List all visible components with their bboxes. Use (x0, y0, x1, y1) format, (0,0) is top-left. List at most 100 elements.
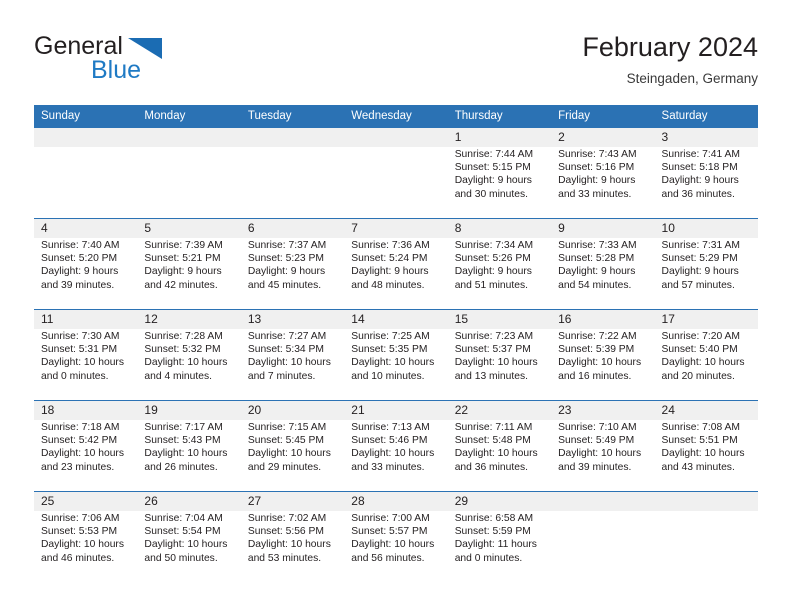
day-sun-info: Sunrise: 7:15 AM Sunset: 5:45 PM Dayligh… (247, 422, 331, 473)
day-number: 1 (454, 130, 462, 144)
day-sun-info: Sunrise: 7:27 AM Sunset: 5:34 PM Dayligh… (247, 331, 331, 382)
day-number: 19 (144, 403, 158, 417)
day-sun-info: Sunrise: 7:23 AM Sunset: 5:37 PM Dayligh… (454, 331, 538, 382)
day-sun-info: Sunrise: 7:11 AM Sunset: 5:48 PM Dayligh… (454, 422, 538, 473)
day-number: 18 (41, 403, 55, 417)
day-cell-4[interactable]: 4 Sunrise: 7:40 AM Sunset: 5:20 PM Daylig… (34, 219, 137, 309)
day-cell-29[interactable]: 29 Sunrise: 6:58 AM Sunset: 5:59 PM Dayli… (448, 492, 551, 582)
calendar-table: Sunday Monday Tuesday Wednesday Thursday Frid… (34, 105, 758, 582)
day-number: 22 (454, 403, 469, 417)
calendar-week-row: 11 Sunrise: 7:30 AM Sunset: 5:31 PM Dayli… (34, 309, 758, 400)
day-number: 23 (558, 403, 572, 417)
calendar-week-row: 4 Sunrise: 7:40 AM Sunset: 5:20 PM Daylig… (34, 218, 758, 309)
general-blue-logo: General Blue (34, 30, 274, 92)
day-sun-info: Sunrise: 7:41 AM Sunset: 5:18 PM Dayligh… (661, 149, 740, 200)
day-cell-20[interactable]: 20 Sunrise: 7:15 AM Sunset: 5:45 PM Dayli… (241, 401, 344, 491)
day-sun-info: Sunrise: 7:22 AM Sunset: 5:39 PM Dayligh… (558, 331, 642, 382)
day-sun-info: Sunrise: 7:34 AM Sunset: 5:26 PM Dayligh… (454, 240, 534, 291)
day-sun-info: Sunrise: 6:58 AM Sunset: 5:59 PM Dayligh… (454, 513, 537, 564)
day-number: 6 (247, 221, 255, 235)
day-cell-8[interactable]: 8 Sunrise: 7:34 AM Sunset: 5:26 PM Daylig… (448, 219, 551, 309)
calendar-week-row: 25 Sunrise: 7:06 AM Sunset: 5:53 PM Dayli… (34, 491, 758, 582)
day-cell-24[interactable]: 24 Sunrise: 7:08 AM Sunset: 5:51 PM Dayli… (655, 401, 758, 491)
day-number: 24 (661, 403, 675, 417)
day-cell-16[interactable]: 16 Sunrise: 7:22 AM Sunset: 5:39 PM Dayli… (551, 310, 654, 400)
day-sun-info: Sunrise: 7:08 AM Sunset: 5:51 PM Dayligh… (661, 422, 745, 473)
day-number: 10 (661, 221, 675, 235)
day-cell-26[interactable]: 26 Sunrise: 7:04 AM Sunset: 5:54 PM Dayli… (137, 492, 240, 582)
day-cell-5[interactable]: 5 Sunrise: 7:39 AM Sunset: 5:21 PM Daylig… (137, 219, 240, 309)
page-title: February 2024 (582, 32, 758, 62)
day-cell-21[interactable]: 21 Sunrise: 7:13 AM Sunset: 5:46 PM Dayli… (344, 401, 447, 491)
calendar-week-row: 18 Sunrise: 7:18 AM Sunset: 5:42 PM Dayli… (34, 400, 758, 491)
day-number: 28 (351, 494, 365, 508)
day-sun-info: Sunrise: 7:13 AM Sunset: 5:46 PM Dayligh… (351, 422, 435, 473)
day-number: 5 (144, 221, 152, 235)
weekday-header-wednesday: Wednesday (351, 110, 412, 122)
day-cell-empty (34, 128, 137, 218)
day-cell-15[interactable]: 15 Sunrise: 7:23 AM Sunset: 5:37 PM Dayli… (448, 310, 551, 400)
logo-text-blue: Blue (91, 56, 142, 84)
day-sun-info: Sunrise: 7:44 AM Sunset: 5:15 PM Dayligh… (454, 149, 534, 200)
day-number: 14 (351, 312, 365, 326)
day-sun-info: Sunrise: 7:28 AM Sunset: 5:32 PM Dayligh… (144, 331, 228, 382)
day-sun-info: Sunrise: 7:17 AM Sunset: 5:43 PM Dayligh… (144, 422, 228, 473)
day-cell-1[interactable]: 1 Sunrise: 7:44 AM Sunset: 5:15 PM Daylig… (448, 128, 551, 218)
weekday-header-tuesday: Tuesday (247, 110, 292, 122)
day-sun-info: Sunrise: 7:00 AM Sunset: 5:57 PM Dayligh… (351, 513, 435, 564)
weekday-header-saturday: Saturday (661, 110, 708, 122)
day-number: 3 (661, 130, 669, 144)
day-number: 4 (41, 221, 48, 235)
day-sun-info: Sunrise: 7:04 AM Sunset: 5:54 PM Dayligh… (144, 513, 228, 564)
day-number: 12 (144, 312, 158, 326)
weekday-header-monday: Monday (144, 110, 186, 122)
day-cell-12[interactable]: 12 Sunrise: 7:28 AM Sunset: 5:32 PM Dayli… (137, 310, 240, 400)
day-cell-22[interactable]: 22 Sunrise: 7:11 AM Sunset: 5:48 PM Dayli… (448, 401, 551, 491)
day-sun-info: Sunrise: 7:30 AM Sunset: 5:31 PM Dayligh… (41, 331, 124, 382)
day-sun-info: Sunrise: 7:33 AM Sunset: 5:28 PM Dayligh… (558, 240, 637, 291)
day-number: 9 (558, 221, 565, 235)
day-sun-info: Sunrise: 7:37 AM Sunset: 5:23 PM Dayligh… (247, 240, 327, 291)
day-cell-25[interactable]: 25 Sunrise: 7:06 AM Sunset: 5:53 PM Dayli… (34, 492, 137, 582)
calendar-week-row: 1 Sunrise: 7:44 AM Sunset: 5:15 PM Daylig… (34, 128, 758, 218)
calendar-page: General Blue February 2024 Steingaden, G… (0, 0, 792, 612)
day-number: 16 (558, 312, 572, 326)
weekday-header-row: Sunday Monday Tuesday Wednesday Thursday Frid… (34, 105, 758, 128)
day-sun-info: Sunrise: 7:31 AM Sunset: 5:29 PM Dayligh… (661, 240, 740, 291)
day-number: 21 (351, 403, 365, 417)
day-cell-27[interactable]: 27 Sunrise: 7:02 AM Sunset: 5:56 PM Dayli… (241, 492, 344, 582)
day-cell-3[interactable]: 3 Sunrise: 7:41 AM Sunset: 5:18 PM Daylig… (655, 128, 758, 218)
day-number: 20 (247, 403, 262, 417)
day-cell-2[interactable]: 2 Sunrise: 7:43 AM Sunset: 5:16 PM Daylig… (551, 128, 654, 218)
page-subtitle-location: Steingaden, Germany (626, 71, 758, 86)
day-cell-empty (241, 128, 344, 218)
calendar-body: 1 Sunrise: 7:44 AM Sunset: 5:15 PM Daylig… (34, 128, 758, 582)
day-cell-9[interactable]: 9 Sunrise: 7:33 AM Sunset: 5:28 PM Daylig… (551, 219, 654, 309)
weekday-header-friday: Friday (558, 110, 591, 122)
page-header: General Blue February 2024 Steingaden, G… (34, 30, 758, 98)
day-number: 29 (454, 494, 469, 508)
day-cell-11[interactable]: 11 Sunrise: 7:30 AM Sunset: 5:31 PM Dayli… (34, 310, 137, 400)
weekday-header-thursday: Thursday (454, 110, 503, 122)
day-sun-info: Sunrise: 7:20 AM Sunset: 5:40 PM Dayligh… (661, 331, 745, 382)
day-cell-19[interactable]: 19 Sunrise: 7:17 AM Sunset: 5:43 PM Dayli… (137, 401, 240, 491)
day-sun-info: Sunrise: 7:06 AM Sunset: 5:53 PM Dayligh… (41, 513, 124, 564)
day-number: 15 (454, 312, 469, 326)
day-cell-23[interactable]: 23 Sunrise: 7:10 AM Sunset: 5:49 PM Dayli… (551, 401, 654, 491)
day-cell-7[interactable]: 7 Sunrise: 7:36 AM Sunset: 5:24 PM Daylig… (344, 219, 447, 309)
day-cell-10[interactable]: 10 Sunrise: 7:31 AM Sunset: 5:29 PM Dayli… (655, 219, 758, 309)
day-sun-info: Sunrise: 7:18 AM Sunset: 5:42 PM Dayligh… (41, 422, 124, 473)
day-cell-28[interactable]: 28 Sunrise: 7:00 AM Sunset: 5:57 PM Dayli… (344, 492, 447, 582)
day-sun-info: Sunrise: 7:43 AM Sunset: 5:16 PM Dayligh… (558, 149, 637, 200)
day-number: 7 (351, 221, 358, 235)
day-cell-17[interactable]: 17 Sunrise: 7:20 AM Sunset: 5:40 PM Dayli… (655, 310, 758, 400)
day-sun-info: Sunrise: 7:10 AM Sunset: 5:49 PM Dayligh… (558, 422, 642, 473)
day-sun-info: Sunrise: 7:25 AM Sunset: 5:35 PM Dayligh… (351, 331, 435, 382)
day-cell-empty (551, 492, 654, 582)
day-number: 11 (41, 312, 54, 326)
day-cell-18[interactable]: 18 Sunrise: 7:18 AM Sunset: 5:42 PM Dayli… (34, 401, 137, 491)
day-sun-info: Sunrise: 7:40 AM Sunset: 5:20 PM Dayligh… (41, 240, 120, 291)
day-cell-13[interactable]: 13 Sunrise: 7:27 AM Sunset: 5:34 PM Dayli… (241, 310, 344, 400)
day-cell-6[interactable]: 6 Sunrise: 7:37 AM Sunset: 5:23 PM Daylig… (241, 219, 344, 309)
day-cell-14[interactable]: 14 Sunrise: 7:25 AM Sunset: 5:35 PM Dayli… (344, 310, 447, 400)
